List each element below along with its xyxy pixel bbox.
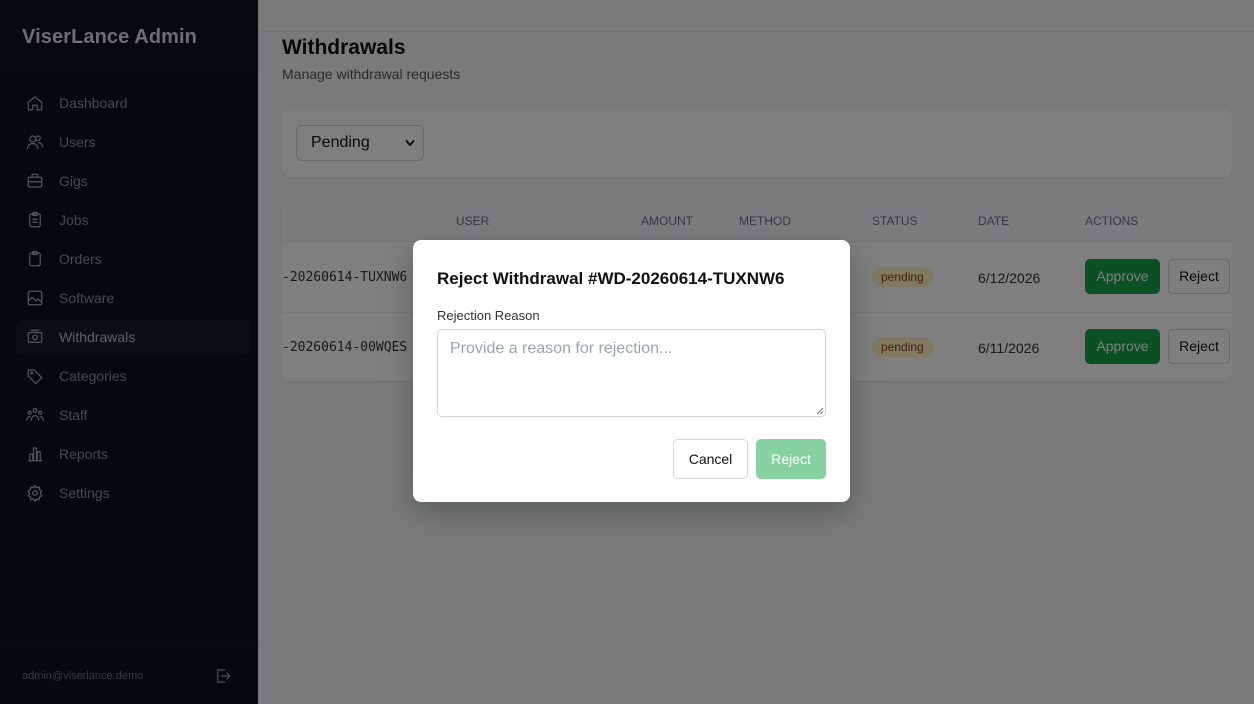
resize-handle-icon[interactable]: [816, 407, 824, 415]
rejection-reason-input[interactable]: [437, 329, 826, 417]
reject-withdrawal-dialog: Reject Withdrawal #WD-20260614-TUXNW6 Re…: [413, 240, 850, 502]
confirm-reject-button[interactable]: Reject: [756, 439, 826, 479]
dialog-title: Reject Withdrawal #WD-20260614-TUXNW6: [437, 269, 785, 288]
cancel-button[interactable]: Cancel: [673, 439, 748, 479]
rejection-reason-label: Rejection Reason: [437, 308, 540, 323]
